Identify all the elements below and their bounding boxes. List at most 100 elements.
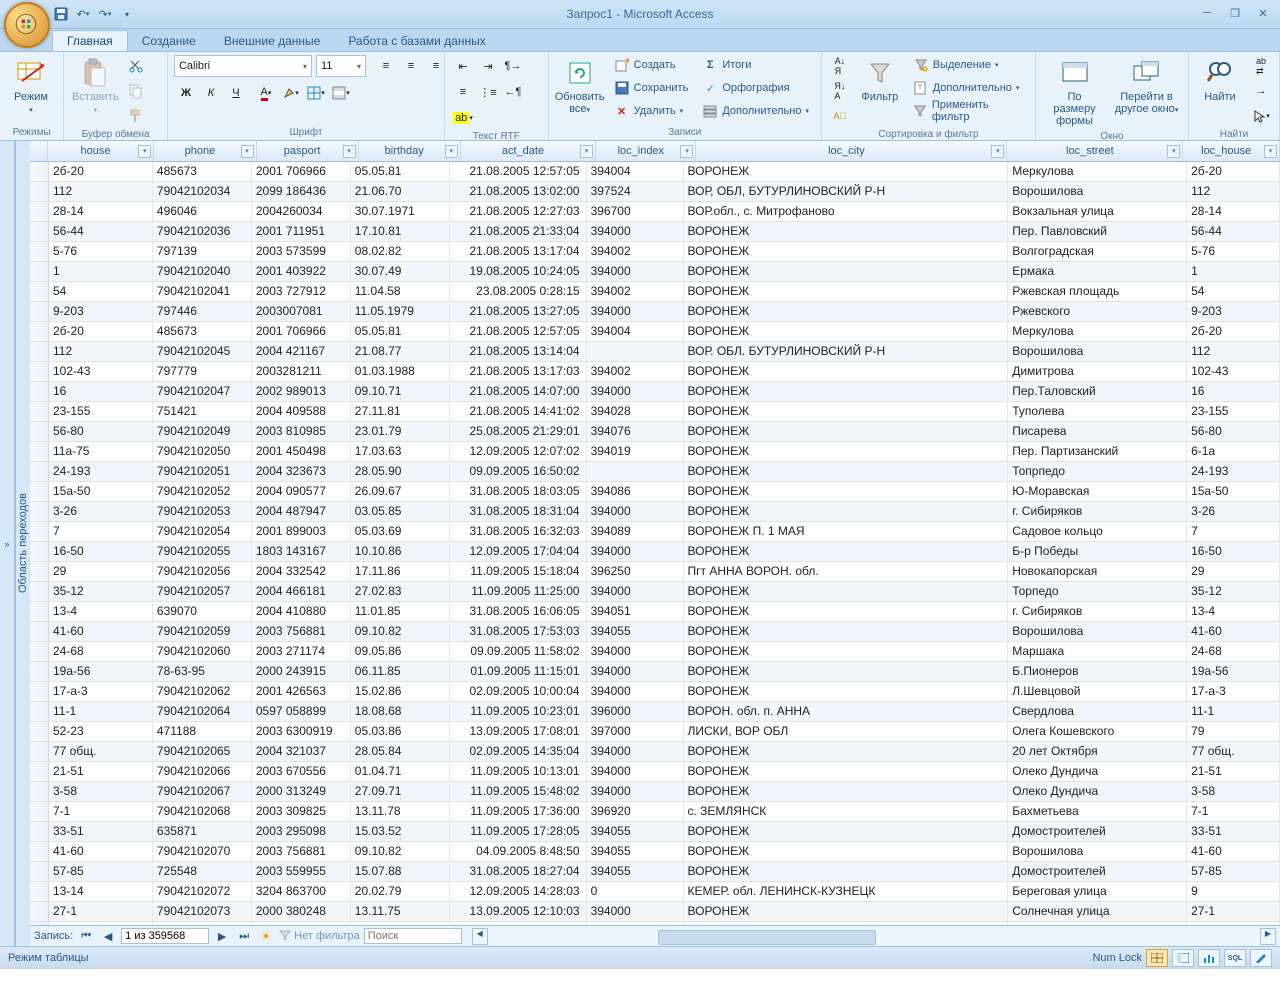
cell[interactable]: 394004 [587, 162, 684, 181]
row-selector[interactable] [30, 582, 49, 601]
cell[interactable]: ВОРОНЕЖ [684, 822, 1009, 841]
cell[interactable]: ВОРОНЕЖ [684, 402, 1009, 421]
search-input[interactable] [364, 928, 462, 944]
gridlines-icon[interactable]: ▾ [304, 81, 328, 105]
cell[interactable]: 10.10.86 [351, 542, 450, 561]
table-row[interactable]: 56-44790421020362001 71195117.10.8121.08… [30, 222, 1280, 242]
cell[interactable]: 394000 [587, 902, 684, 921]
row-selector[interactable] [30, 782, 49, 801]
cell[interactable]: 485673 [153, 162, 252, 181]
cell[interactable]: 5-76 [49, 242, 153, 261]
cell[interactable]: Бахметьева [1008, 802, 1187, 821]
table-row[interactable]: 23-1557514212004 40958827.11.8121.08.200… [30, 402, 1280, 422]
altfill-icon[interactable]: ▾ [329, 81, 353, 105]
row-selector[interactable] [30, 822, 49, 841]
cell[interactable]: 21.06.70 [351, 182, 450, 201]
cell[interactable]: 15а-50 [49, 482, 153, 501]
cell[interactable]: 2000 313249 [252, 782, 351, 801]
cell[interactable]: 35-12 [49, 582, 153, 601]
cell[interactable]: 09.10.71 [351, 382, 450, 401]
cell[interactable]: 57-85 [1187, 862, 1280, 881]
cell[interactable]: ВОРОНЕЖ [684, 162, 1009, 181]
col-loccity[interactable]: loc_city▾ [696, 141, 1007, 161]
cell[interactable]: 79042102051 [153, 462, 252, 481]
cell[interactable]: 33-51 [49, 822, 153, 841]
cell[interactable]: Меркулова [1008, 322, 1187, 341]
cell[interactable]: 23.08.2005 0:28:15 [450, 282, 587, 301]
cell[interactable]: 394076 [587, 422, 684, 441]
table-row[interactable]: 24-68790421020602003 27117409.05.8609.09… [30, 642, 1280, 662]
numbering-icon[interactable]: ≡ [451, 80, 475, 104]
cell[interactable]: 396700 [587, 202, 684, 221]
cell[interactable]: 394000 [587, 542, 684, 561]
cell[interactable]: 21.08.2005 21:33:04 [450, 222, 587, 241]
cell[interactable]: 12.09.2005 12:07:02 [450, 442, 587, 461]
cell[interactable]: 394055 [587, 622, 684, 641]
cell[interactable]: 7 [1187, 522, 1280, 541]
cell[interactable]: 2003007081 [252, 302, 351, 321]
cell[interactable]: 13.09.2005 12:10:03 [450, 902, 587, 921]
row-selector[interactable] [30, 702, 49, 721]
cell[interactable]: 79042102072 [153, 882, 252, 901]
cell[interactable]: 28-14 [1187, 202, 1280, 221]
cell[interactable]: 3-26 [49, 502, 153, 521]
table-row[interactable]: 41-60790421020702003 75688109.10.8204.09… [30, 842, 1280, 862]
tab-external[interactable]: Внешние данные [210, 31, 335, 51]
cell[interactable]: ЛИСКИ, ВОР ОБЛ [684, 722, 1009, 741]
cell[interactable]: г. Сибиряков [1008, 502, 1187, 521]
cell[interactable]: Домостроителей [1008, 862, 1187, 881]
cell[interactable]: ВОРОНЕЖ П. 1 МАЯ [684, 522, 1009, 541]
cell[interactable]: 29 [1187, 562, 1280, 581]
cell[interactable]: 13-14 [49, 882, 153, 901]
cell[interactable]: 03.05.85 [351, 502, 450, 521]
cell[interactable]: 0 [587, 882, 684, 901]
cell[interactable]: 17.03.63 [351, 442, 450, 461]
cut-icon[interactable] [124, 54, 148, 78]
cell[interactable]: 397000 [587, 722, 684, 741]
cell[interactable]: ВОРОНЕЖ [684, 742, 1009, 761]
col-pasport[interactable]: pasport▾ [257, 141, 359, 161]
row-selector[interactable] [30, 862, 49, 881]
cell[interactable]: ВОРОНЕЖ [684, 222, 1009, 241]
cell[interactable]: 3-58 [1187, 782, 1280, 801]
rtl-icon[interactable]: ←¶ [501, 80, 525, 104]
row-selector[interactable] [30, 522, 49, 541]
fit-form-button[interactable]: По размеру формы [1042, 54, 1107, 130]
align-center-icon[interactable]: ≡ [399, 54, 423, 78]
cell[interactable]: Олега Кошевского [1008, 722, 1187, 741]
cell[interactable]: Л.Шевцовой [1008, 682, 1187, 701]
cell[interactable]: ВОР.обл., с. Митрофаново [684, 202, 1009, 221]
cell[interactable]: 3-58 [49, 782, 153, 801]
cell[interactable]: 394000 [587, 262, 684, 281]
cell[interactable]: Писарева [1008, 422, 1187, 441]
cell[interactable]: 11а-75 [49, 442, 153, 461]
cell[interactable]: 394002 [587, 362, 684, 381]
cell[interactable]: 77 общ. [49, 742, 153, 761]
select-all-corner[interactable] [30, 141, 48, 161]
cell[interactable]: 2б-20 [1187, 162, 1280, 181]
cell[interactable]: 12.09.2005 17:04:04 [450, 542, 587, 561]
close-button[interactable]: ✕ [1250, 3, 1276, 23]
grid-body[interactable]: 2б-204856732001 70696605.05.8121.08.2005… [30, 162, 1280, 925]
col-lochouse[interactable]: loc_house▾ [1183, 141, 1280, 161]
cell[interactable]: 25.08.2005 21:29:01 [450, 422, 587, 441]
bullets-icon[interactable]: ⋮≡ [476, 80, 500, 104]
record-position-input[interactable] [121, 928, 209, 944]
cell[interactable]: 394000 [587, 382, 684, 401]
cell[interactable]: 11.09.2005 15:48:02 [450, 782, 587, 801]
cell[interactable]: Торпедо [1008, 582, 1187, 601]
cell[interactable]: ВОРОНЕЖ [684, 862, 1009, 881]
cell[interactable]: ВОРОНЕЖ [684, 362, 1009, 381]
more-records-button[interactable]: Дополнительно ▾ [697, 100, 814, 122]
cell[interactable]: 485673 [153, 322, 252, 341]
table-row[interactable]: 3-26790421020532004 48794703.05.8531.08.… [30, 502, 1280, 522]
cell[interactable]: 21.08.2005 13:17:04 [450, 242, 587, 261]
row-selector[interactable] [30, 182, 49, 201]
table-row[interactable]: 16-50790421020551803 14316710.10.8612.09… [30, 542, 1280, 562]
row-selector[interactable] [30, 682, 49, 701]
cell[interactable]: 79042102050 [153, 442, 252, 461]
cell[interactable]: 27-1 [49, 902, 153, 921]
cell[interactable]: 2000 243915 [252, 662, 351, 681]
cell[interactable]: 394055 [587, 862, 684, 881]
cell[interactable]: 02.09.2005 14:35:04 [450, 742, 587, 761]
